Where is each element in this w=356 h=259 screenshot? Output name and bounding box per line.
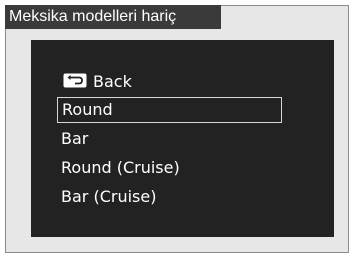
menu-item-round-cruise[interactable]: Round (Cruise) [57, 155, 282, 181]
menu-item-bar-cruise[interactable]: Bar (Cruise) [57, 184, 282, 210]
back-button[interactable]: Back [57, 69, 282, 95]
menu-item-label: Bar (Cruise) [61, 187, 157, 206]
display-screen: Back Round Bar Round (Cruise) Bar (Cruis… [31, 40, 334, 237]
menu-item-bar[interactable]: Bar [57, 126, 282, 152]
menu-item-label: Bar [61, 129, 89, 148]
menu-item-label: Round [62, 100, 113, 119]
menu-item-round[interactable]: Round [57, 97, 282, 123]
menu-item-label: Round (Cruise) [61, 158, 180, 177]
region-note-label: Meksika modelleri hariç [5, 5, 221, 29]
back-label: Back [93, 72, 132, 91]
back-arrow-icon [63, 73, 87, 88]
